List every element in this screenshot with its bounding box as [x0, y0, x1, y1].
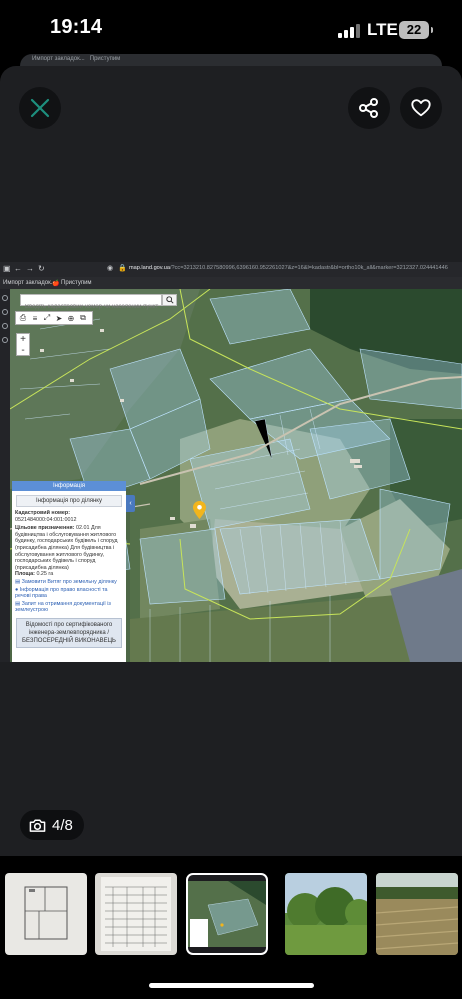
identify-icon[interactable]: ⊕ — [66, 313, 76, 323]
sidebar-icon — [2, 337, 8, 343]
bookmark-apple-icon: 🍎 — [52, 281, 60, 287]
thumbnail-floor-plan[interactable] — [5, 873, 87, 955]
bookmark-start: Приступим — [61, 280, 92, 286]
background-bookmark: Приступим — [89, 56, 121, 62]
field-image — [376, 873, 458, 955]
sidebar-icon — [2, 309, 8, 315]
cadastral-number: 0521484000:04:001:0012 — [15, 516, 77, 523]
thumbnail-strip — [0, 856, 462, 999]
back-arrow-icon: ← — [14, 264, 22, 273]
order-extract-text: Замовити Витяг про земельну ділянку — [21, 578, 117, 585]
thumbnail-garden[interactable] — [285, 873, 367, 955]
photo-counter: 4/8 — [20, 810, 84, 840]
export-icon[interactable]: ⧉ — [78, 313, 88, 323]
zoom-in-button[interactable]: + — [17, 334, 29, 345]
garden-image — [285, 873, 367, 955]
thumbnail-document[interactable] — [95, 873, 177, 955]
share-button[interactable] — [348, 87, 390, 129]
map-toolbar: ⎙ ≡ ⤢ ➤ ⊕ ⧉ — [15, 311, 93, 325]
search-icon — [165, 296, 174, 304]
engineer-info-button[interactable]: Відомості про сертифікованого інженера-з… — [16, 617, 122, 648]
layers-icon[interactable]: ≡ — [30, 313, 40, 323]
cursor-icon[interactable]: ➤ — [54, 313, 64, 323]
close-icon — [30, 98, 50, 118]
status-time: 19:14 — [50, 16, 103, 38]
share-icon — [359, 98, 378, 118]
collapse-panel-button[interactable]: ‹ — [126, 495, 135, 512]
bookmark-import: Импорт закладок... — [3, 280, 56, 286]
parcel-info-button[interactable]: Інформація про ділянку — [16, 495, 122, 507]
map-thumbnail-image — [188, 881, 266, 947]
ownership-info-text: Інформація про право власності та речові… — [15, 586, 108, 600]
sidebar-icon — [2, 323, 8, 329]
address-bar: map.land.gov.ua/?cc=3213210.827580996,63… — [129, 265, 448, 271]
area-label: Площа: — [15, 571, 35, 578]
floor-plan-image — [24, 886, 68, 940]
close-button[interactable] — [19, 87, 61, 129]
chevron-left-icon: ‹ — [129, 500, 132, 507]
cadastral-label: Кадастровий номер: — [15, 510, 70, 516]
browser-toolbar: ▣ ← → ↻ ◉ 🔒 map.land.gov.ua/?cc=3213210.… — [0, 262, 462, 277]
search-button[interactable] — [162, 294, 177, 306]
ownership-info-link[interactable]: ● Інформація про право власності та речо… — [12, 587, 126, 600]
reload-icon: ↻ — [38, 264, 45, 273]
battery-indicator: 22 — [399, 21, 433, 39]
bookmarks-bar: Импорт закладок... 🍎 Приступим — [0, 277, 462, 289]
documentation-request-text: Запит на отримання документації із земле… — [15, 600, 111, 614]
print-icon[interactable]: ⎙ — [18, 313, 28, 323]
window-icon: ▣ — [3, 264, 11, 273]
purpose-label: Цільове призначення: — [15, 525, 75, 532]
shield-icon: ◉ — [107, 265, 114, 272]
photo-counter-text: 4/8 — [52, 816, 73, 834]
favorite-button[interactable] — [400, 87, 442, 129]
location-pin-icon — [193, 501, 206, 519]
sidebar-icon — [2, 295, 8, 301]
browser-sidebar — [0, 289, 10, 662]
zoom-control: + - — [16, 333, 30, 356]
url-path: /?cc=3213210.827580996,6396160.952261027… — [169, 265, 448, 271]
lock-icon: 🔒 — [118, 265, 127, 272]
background-bookmarks: Импорт закладок... Приступим — [32, 56, 120, 62]
zoom-out-button[interactable]: - — [17, 345, 29, 356]
order-extract-link[interactable]: ▤ Замовити Витяг про земельну ділянку — [12, 579, 126, 586]
parcel-info-panel: Інформація Інформація про ділянку Кадаст… — [12, 481, 126, 662]
thumbnail-field[interactable] — [376, 873, 458, 955]
network-type: LTE — [367, 20, 398, 39]
document-image — [101, 877, 171, 951]
url-host: map.land.gov.ua — [129, 265, 170, 271]
info-panel-header: Інформація — [12, 481, 126, 491]
heart-icon — [411, 99, 431, 117]
documentation-request-link[interactable]: ▤ Запит на отримання документації із зем… — [12, 601, 126, 614]
signal-icon — [338, 24, 360, 38]
thumbnail-map-selected[interactable] — [186, 873, 268, 955]
purpose-value: 02.01 Для будівництва і обслуговування ж… — [15, 525, 118, 571]
camera-icon — [29, 819, 46, 832]
status-bar: 19:14 LTE 22 — [0, 0, 462, 56]
measure-icon[interactable]: ⤢ — [42, 313, 52, 323]
background-bookmark: Импорт закладок... — [32, 56, 85, 62]
area-value: 0.25 га — [36, 571, 54, 578]
forward-arrow-icon: → — [26, 264, 34, 273]
cadastral-search-box[interactable] — [20, 294, 162, 312]
home-indicator — [149, 983, 314, 988]
